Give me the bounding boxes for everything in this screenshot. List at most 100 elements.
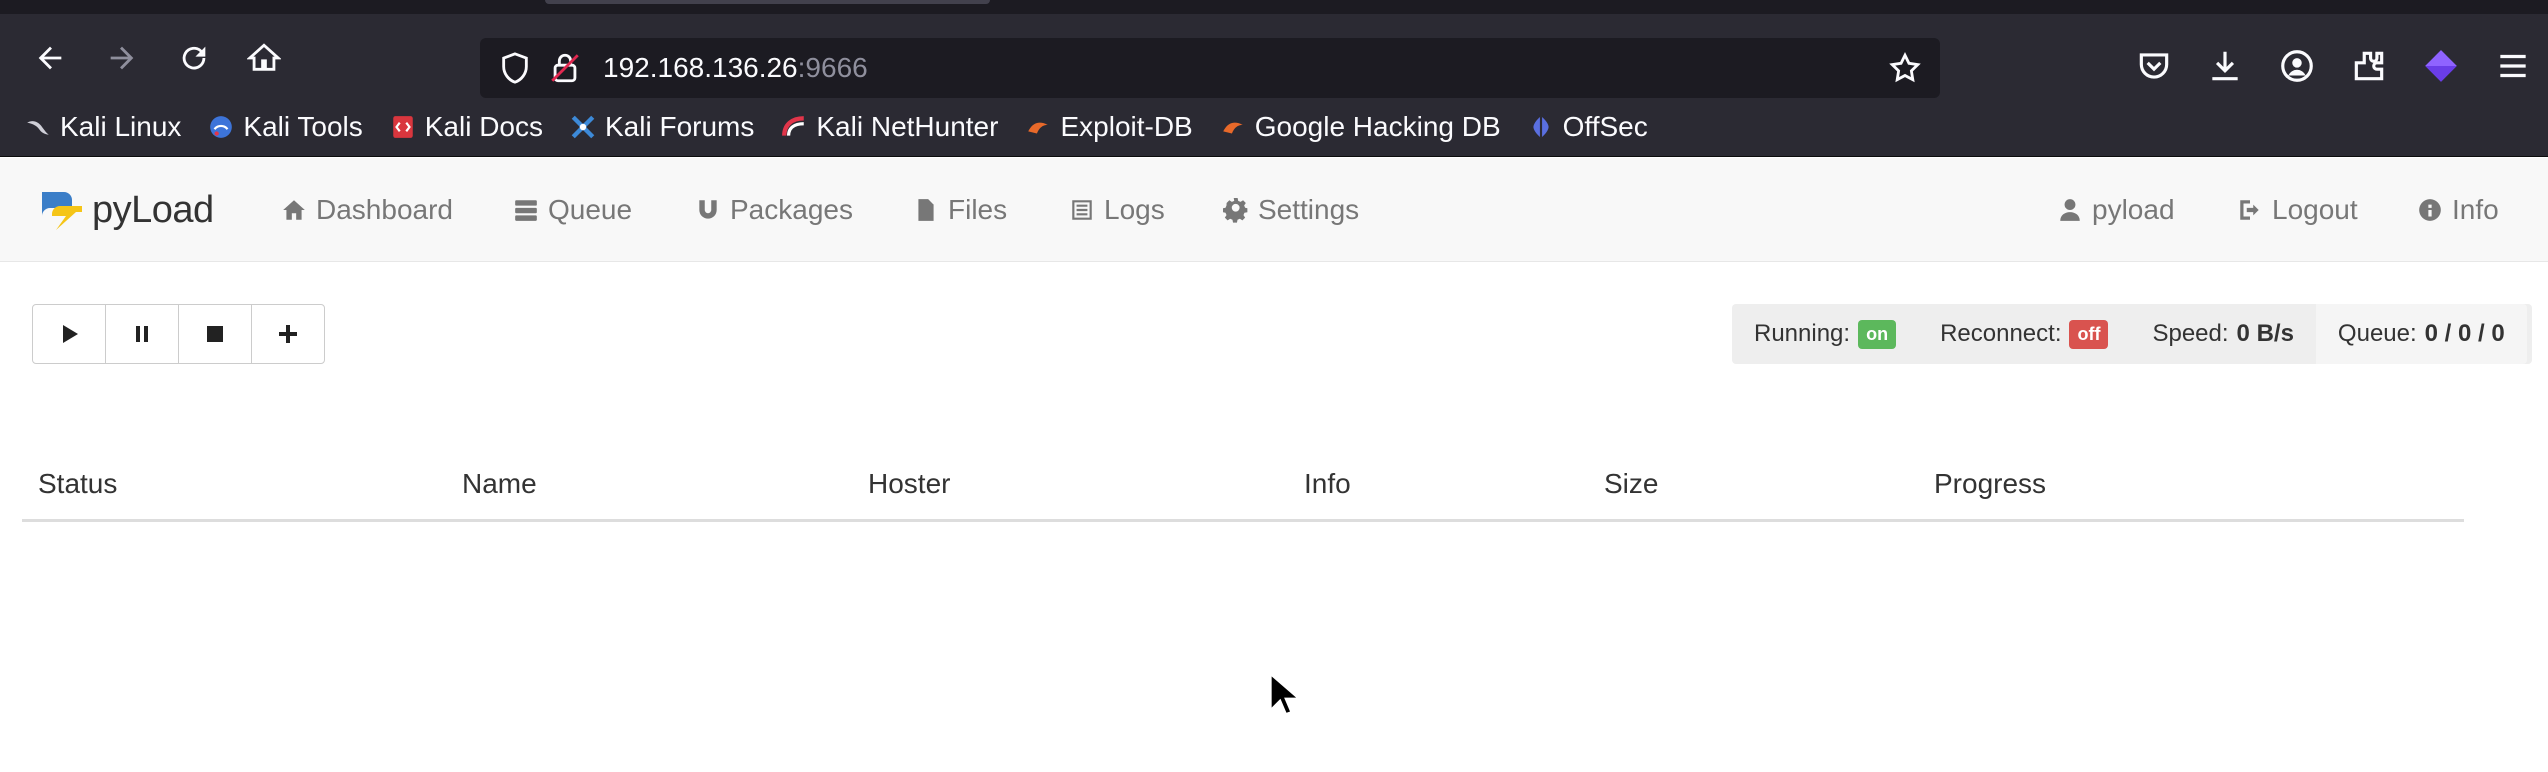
exploit-db-icon (1024, 113, 1052, 141)
gear-icon (1222, 196, 1250, 224)
browser-toolbar: 192.168.136.26:9666 (0, 14, 2548, 98)
plus-icon (279, 325, 297, 343)
nav-files[interactable]: Files (912, 194, 1007, 226)
menu-button[interactable] (2494, 47, 2532, 85)
column-progress: Progress (1934, 468, 2047, 499)
running-badge: on (1858, 319, 1897, 349)
add-package-button[interactable] (251, 304, 325, 364)
bookmark-label: Kali Linux (60, 110, 182, 142)
url-port: :9666 (797, 52, 868, 83)
mouse-cursor-icon (1269, 672, 1296, 716)
account-icon (2281, 50, 2313, 82)
bookmark-label: Google Hacking DB (1254, 110, 1501, 142)
file-icon (912, 196, 940, 224)
pause-button[interactable] (105, 304, 179, 364)
url-host: 192.168.136.26 (603, 52, 798, 83)
download-icon (2212, 51, 2238, 81)
nav-info[interactable]: Info (2416, 194, 2499, 226)
reconnect-badge: off (2069, 319, 2109, 349)
queue-control-buttons (32, 304, 325, 364)
active-tab[interactable] (545, 0, 990, 4)
bookmark-label: Exploit-DB (1060, 110, 1193, 142)
running-status[interactable]: Running: on (1732, 304, 1918, 364)
nav-logout[interactable]: Logout (2236, 194, 2358, 226)
kali-tools-icon (207, 113, 235, 141)
kali-nethunter-icon (780, 113, 808, 141)
speed-label: Speed: (2152, 320, 2229, 347)
nav-logs[interactable]: Logs (1068, 194, 1165, 226)
nav-settings[interactable]: Settings (1222, 194, 1359, 226)
hamburger-icon (2500, 54, 2526, 78)
shield-icon[interactable] (498, 51, 532, 85)
server-status-bar: Running: on Reconnect: off Speed: 0 B/s … (1732, 304, 2532, 364)
bookmark-kali-forums[interactable]: Kali Forums (569, 111, 754, 143)
bookmark-offsec[interactable]: OffSec (1527, 111, 1648, 143)
address-bar[interactable]: 192.168.136.26:9666 (480, 38, 1940, 98)
account-button[interactable] (2278, 47, 2316, 85)
reconnect-label: Reconnect: (1940, 320, 2062, 347)
queue-label: Queue: (2337, 320, 2417, 347)
home-button[interactable] (244, 38, 284, 78)
start-button[interactable] (32, 304, 106, 364)
magnet-icon (694, 196, 722, 224)
bookmark-label: OffSec (1562, 110, 1648, 142)
arrow-right-icon (110, 46, 134, 70)
logo-text: pyLoad (92, 188, 214, 231)
pyload-logo[interactable]: pyLoad (36, 186, 214, 234)
forward-button[interactable] (102, 38, 142, 78)
kali-docs-icon (389, 113, 417, 141)
running-label: Running: (1754, 320, 1851, 347)
bookmark-star-icon[interactable] (1888, 51, 1922, 85)
bookmark-kali-linux[interactable]: Kali Linux (24, 111, 181, 143)
nav-queue-label: Queue (548, 194, 633, 225)
extensions-button[interactable] (2350, 47, 2388, 85)
app-navbar: pyLoad Dashboard Queue Packages Files Lo… (0, 158, 2548, 262)
column-hoster: Hoster (868, 468, 951, 499)
user-icon (2056, 196, 2084, 224)
bookmark-label: Kali Tools (243, 110, 363, 142)
column-size: Size (1604, 468, 1659, 499)
queue-status: Queue: 0 / 0 / 0 (2315, 304, 2527, 364)
downloads-button[interactable] (2206, 47, 2244, 85)
speed-value: 0 B/s (2236, 320, 2294, 347)
bookmark-kali-docs[interactable]: Kali Docs (389, 111, 543, 143)
arrow-left-icon (38, 46, 62, 70)
purple-diamond-icon (2425, 50, 2457, 82)
nav-queue[interactable]: Queue (512, 194, 632, 226)
queue-value: 0 / 0 / 0 (2424, 320, 2505, 347)
nav-packages[interactable]: Packages (694, 194, 853, 226)
nav-logout-label: Logout (2272, 194, 2358, 225)
kali-dragon-icon (24, 113, 52, 141)
nav-dashboard-label: Dashboard (316, 194, 453, 225)
sign-out-icon (2236, 196, 2264, 224)
puzzle-icon (2354, 51, 2384, 81)
browser-tab-strip (0, 0, 2548, 14)
nav-info-label: Info (2452, 194, 2499, 225)
pocket-icon (2139, 53, 2169, 79)
back-button[interactable] (30, 38, 70, 78)
offsec-icon (1527, 113, 1555, 141)
bookmark-kali-tools[interactable]: Kali Tools (207, 110, 363, 143)
pocket-button[interactable] (2135, 47, 2173, 85)
stop-icon (207, 326, 223, 342)
speed-status: Speed: 0 B/s (2130, 304, 2315, 364)
nav-settings-label: Settings (1258, 194, 1360, 225)
bookmarks-toolbar: Kali Linux Kali Tools Kali Docs Kali For… (0, 97, 2548, 157)
info-circle-icon (2416, 196, 2444, 224)
kali-forums-icon (569, 113, 597, 141)
bookmark-google-hacking-db[interactable]: Google Hacking DB (1219, 111, 1501, 143)
ghdb-icon (1219, 113, 1247, 141)
nav-dashboard[interactable]: Dashboard (280, 194, 453, 226)
nav-user[interactable]: pyload (2056, 194, 2175, 226)
list-alt-icon (1068, 196, 1096, 224)
bookmark-exploit-db[interactable]: Exploit-DB (1024, 110, 1193, 143)
home-icon (280, 196, 308, 224)
reload-button[interactable] (174, 38, 214, 78)
extension-purple-button[interactable] (2422, 47, 2460, 85)
downloads-table-header: Status Name Hoster Info Size Progress (22, 462, 2464, 522)
stop-button[interactable] (178, 304, 252, 364)
reconnect-status[interactable]: Reconnect: off (1918, 304, 2130, 364)
bookmark-kali-nethunter[interactable]: Kali NetHunter (780, 111, 998, 143)
url-text: 192.168.136.26:9666 (603, 52, 868, 84)
insecure-lock-icon[interactable] (548, 51, 582, 85)
